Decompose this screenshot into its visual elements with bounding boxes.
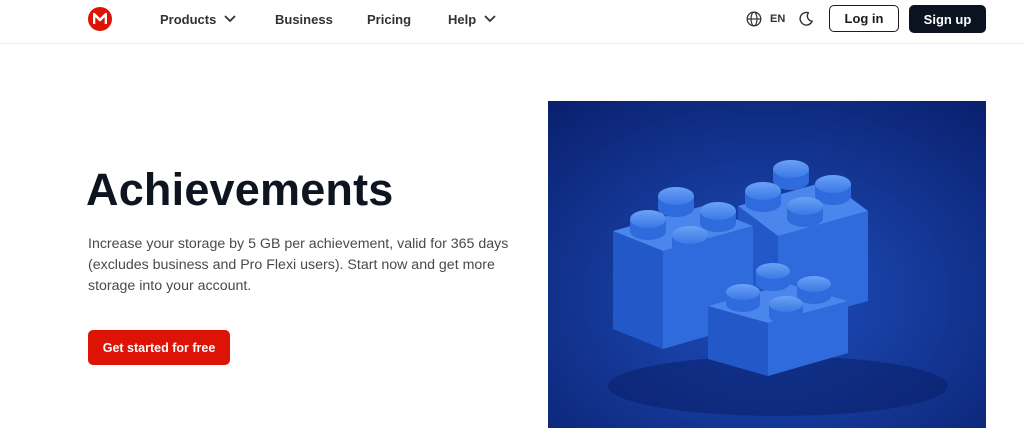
nav-business[interactable]: Business [275,0,333,38]
language-selector[interactable]: EN [746,9,785,29]
signup-button[interactable]: Sign up [909,5,986,33]
site-header: Products Business Pricing Help EN Log in… [0,0,1024,44]
nav-products[interactable]: Products [160,0,236,38]
nav-pricing[interactable]: Pricing [367,0,411,38]
login-button[interactable]: Log in [829,5,899,32]
nav-products-label: Products [160,11,217,27]
get-started-button[interactable]: Get started for free [88,330,230,365]
chevron-down-icon [224,15,236,23]
globe-icon [746,11,762,27]
nav-help[interactable]: Help [448,0,496,38]
nav-business-label: Business [275,11,333,27]
chevron-down-icon [484,15,496,23]
moon-icon[interactable] [798,11,814,27]
nav-pricing-label: Pricing [367,11,412,27]
hero-description: Increase your storage by 5 GB per achiev… [88,236,509,294]
language-label: EN [770,13,786,25]
page-title: Achievements [86,164,394,215]
hero-blocks-image [548,101,986,428]
mega-logo-icon[interactable] [88,7,112,31]
nav-help-label: Help [448,11,477,27]
